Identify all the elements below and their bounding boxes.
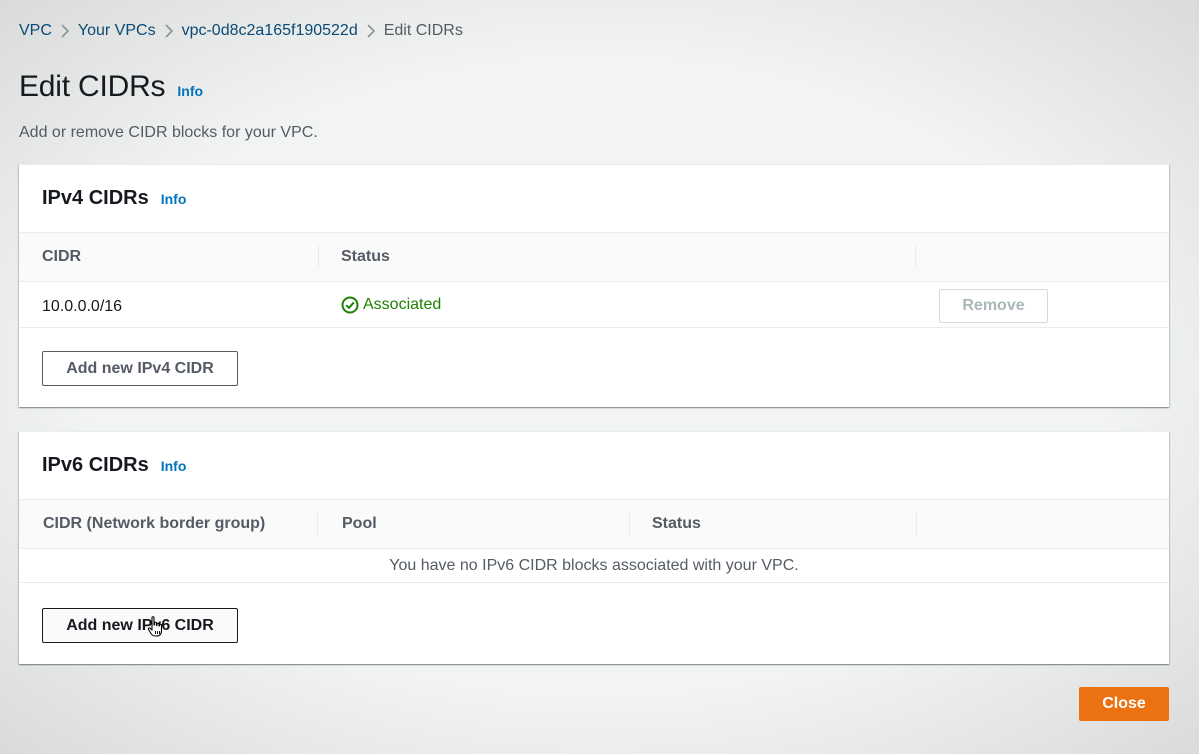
chevron-right-icon <box>156 22 182 40</box>
chevron-right-icon <box>52 22 78 40</box>
breadcrumb-vpc-id[interactable]: vpc-0d8c2a165f190522d <box>182 22 358 40</box>
column-divider <box>318 245 319 269</box>
column-divider <box>317 512 318 536</box>
breadcrumb-vpc[interactable]: VPC <box>19 22 52 40</box>
ipv4-panel-title: IPv4 CIDRs <box>42 187 149 209</box>
add-ipv6-cidr-button[interactable]: Add new IPv6 CIDR <box>42 608 238 643</box>
column-divider <box>629 512 630 536</box>
check-circle-icon <box>341 296 359 314</box>
ipv4-table-header: CIDR Status <box>19 232 1169 282</box>
page-description: Add or remove CIDR blocks for your VPC. <box>19 124 318 141</box>
breadcrumb-current: Edit CIDRs <box>383 22 463 39</box>
ipv4-cidrs-panel: IPv4 CIDRs Info CIDR Status 10.0.0.0/16 … <box>19 164 1169 407</box>
ipv6-table-header: CIDR (Network border group) Pool Status <box>19 499 1169 549</box>
add-ipv4-cidr-button[interactable]: Add new IPv4 CIDR <box>42 351 238 386</box>
ipv4-panel-header: IPv4 CIDRs Info <box>42 187 186 210</box>
breadcrumb-your-vpcs[interactable]: Your VPCs <box>78 22 156 40</box>
column-divider <box>915 245 916 269</box>
ipv4-info-link[interactable]: Info <box>161 191 187 207</box>
close-button[interactable]: Close <box>1079 687 1169 721</box>
remove-button[interactable]: Remove <box>939 289 1048 323</box>
column-header-pool: Pool <box>342 515 377 532</box>
column-header-status: Status <box>652 515 701 532</box>
status-text: Associated <box>363 296 442 313</box>
page-header: Edit CIDRs Info <box>19 70 203 104</box>
empty-table-message: You have no IPv6 CIDR blocks associated … <box>19 549 1169 583</box>
ipv6-panel-header: IPv6 CIDRs Info <box>42 454 186 477</box>
ipv6-info-link[interactable]: Info <box>161 458 187 474</box>
hand-pointer-icon <box>147 616 163 637</box>
column-header-status: Status <box>341 248 390 265</box>
column-header-cidr-network-border-group: CIDR (Network border group) <box>43 515 266 532</box>
column-header-cidr: CIDR <box>42 248 82 265</box>
page-title: Edit CIDRs <box>19 70 166 103</box>
ipv6-panel-title: IPv6 CIDRs <box>42 454 149 476</box>
table-row: 10.0.0.0/16 Associated Remove <box>19 282 1169 328</box>
cidr-value: 10.0.0.0/16 <box>42 298 123 315</box>
page-info-link[interactable]: Info <box>177 83 203 99</box>
chevron-right-icon <box>358 22 384 40</box>
breadcrumb: VPC Your VPCs vpc-0d8c2a165f190522d Edit… <box>19 20 463 42</box>
column-divider <box>916 512 917 536</box>
status-badge: Associated <box>341 282 441 328</box>
ipv6-cidrs-panel: IPv6 CIDRs Info CIDR (Network border gro… <box>19 431 1169 664</box>
